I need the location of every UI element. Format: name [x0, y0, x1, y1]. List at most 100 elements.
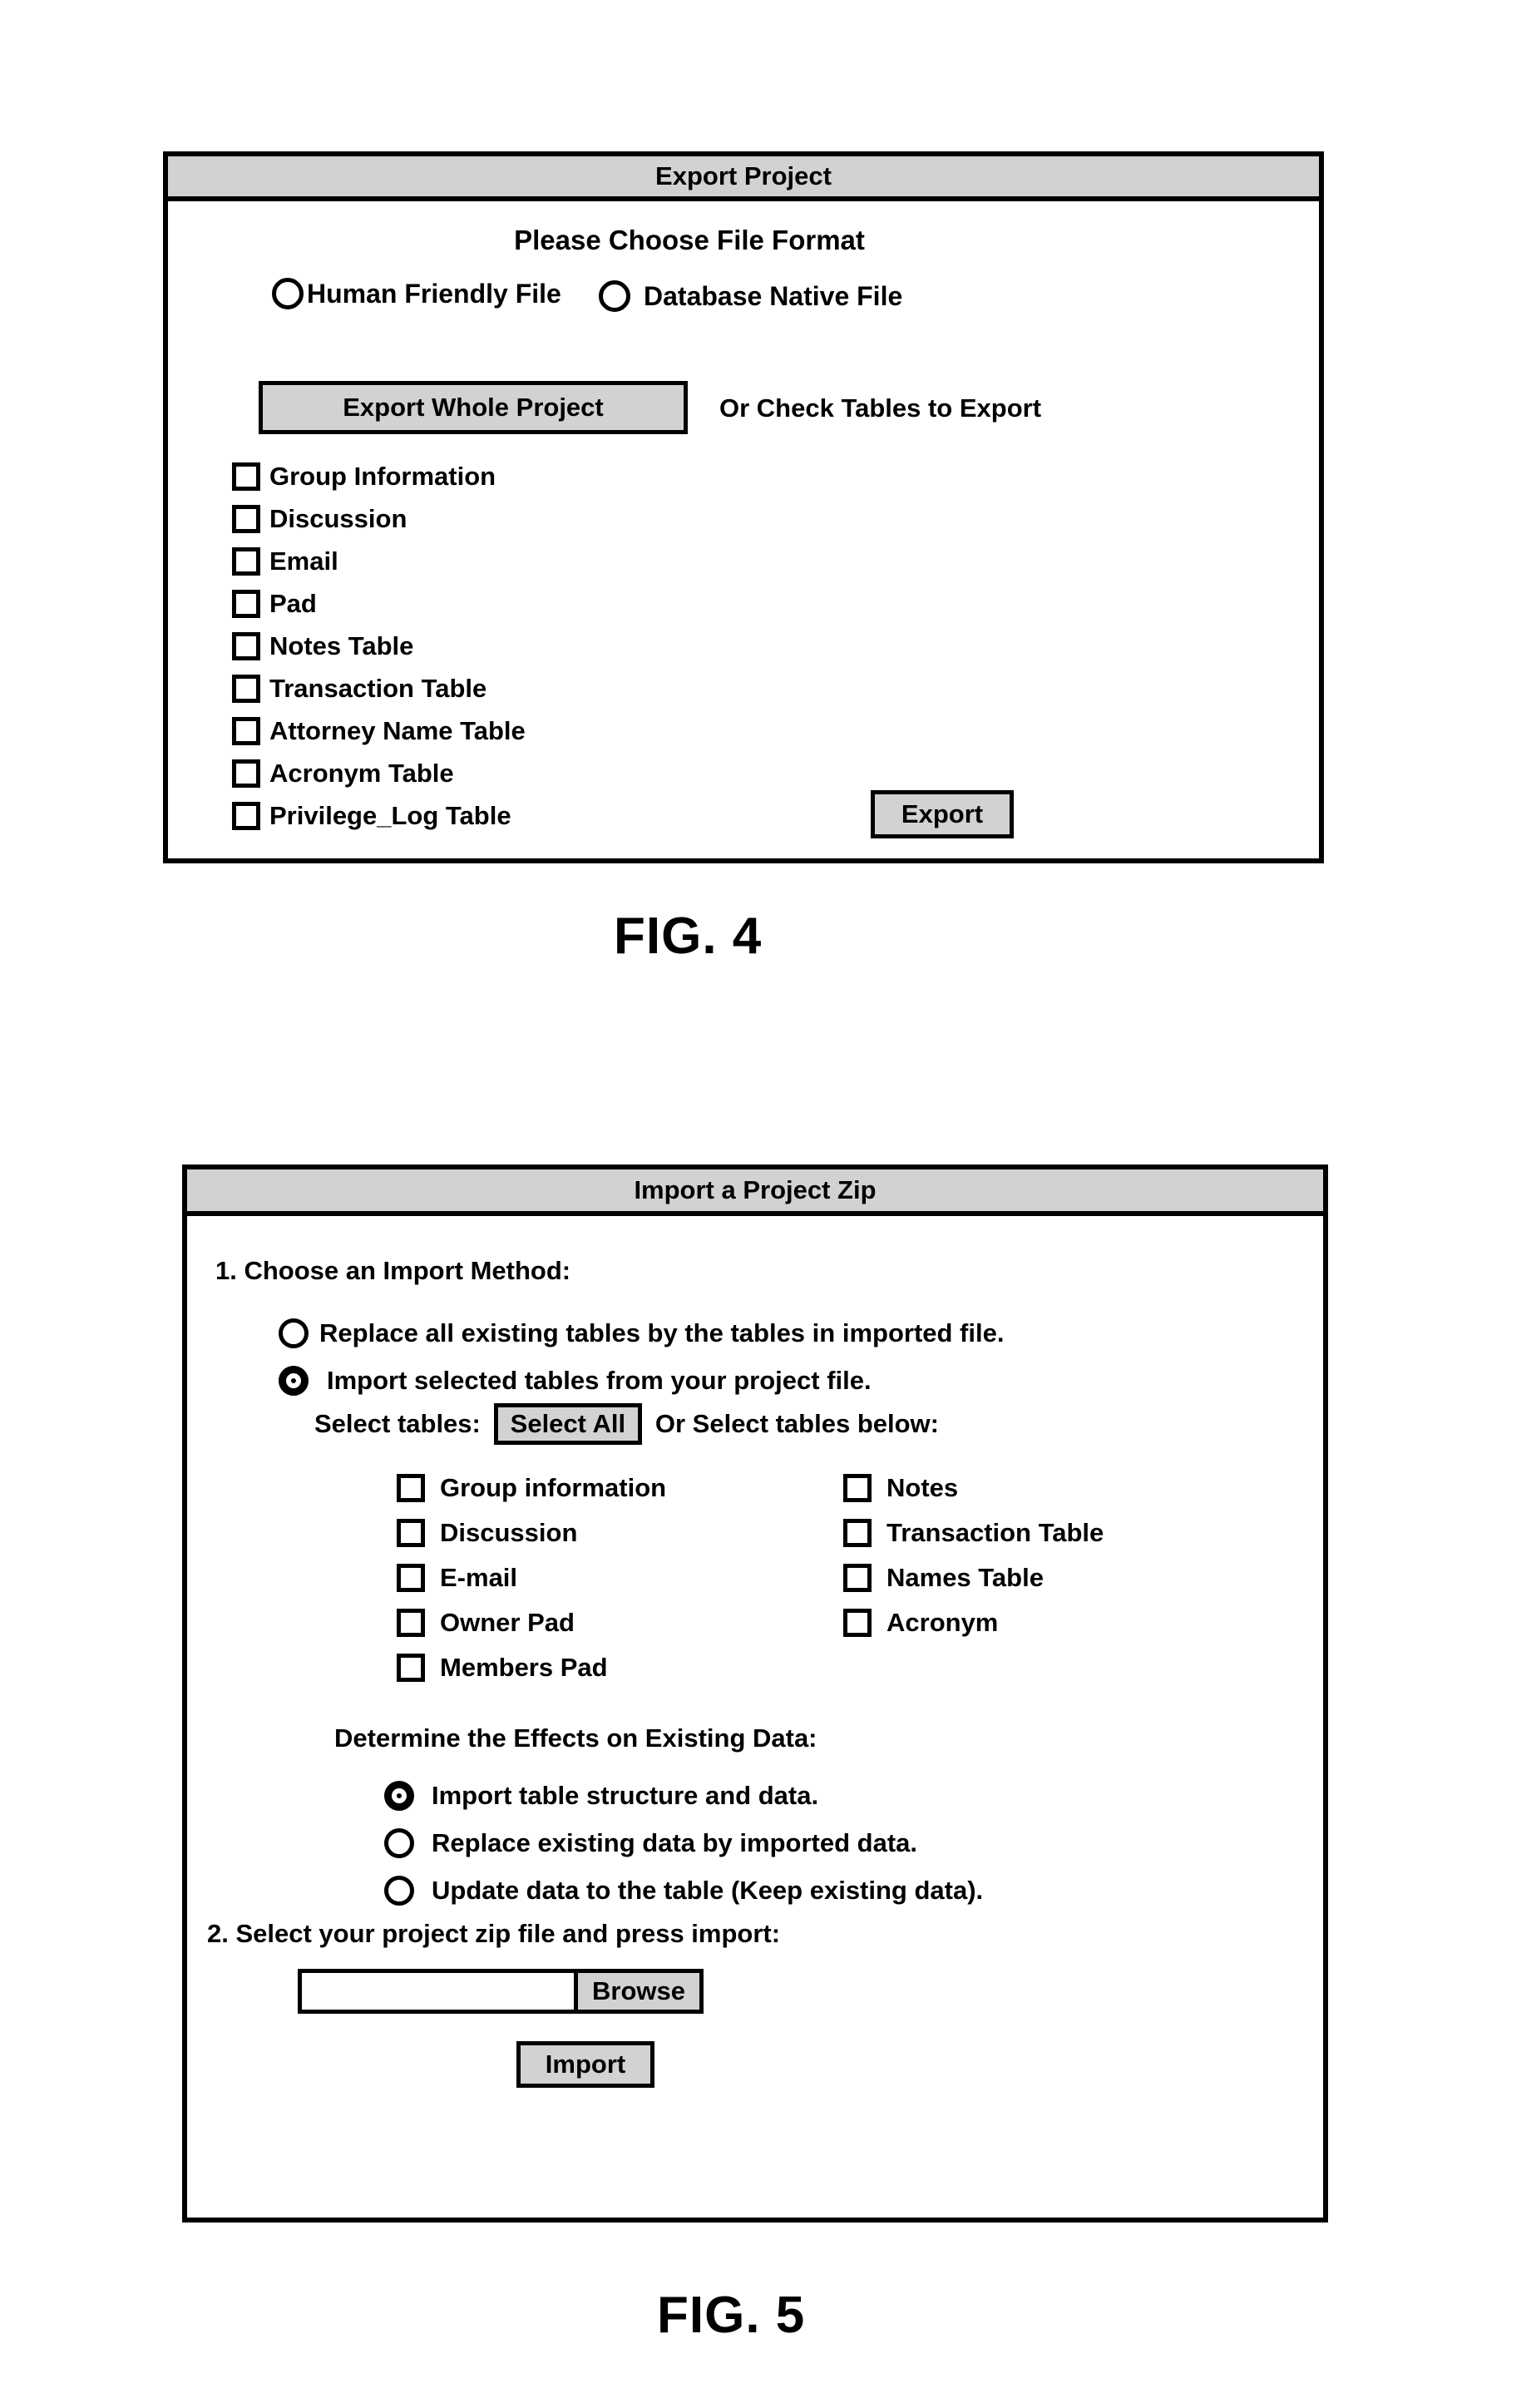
or-check-tables-label: Or Check Tables to Export — [719, 393, 1042, 423]
checkbox-row-notes[interactable]: Notes — [843, 1466, 1104, 1511]
checkbox-icon[interactable] — [843, 1474, 872, 1502]
radio-label: Replace all existing tables by the table… — [319, 1318, 1005, 1347]
checkbox-label: Privilege_Log Table — [269, 800, 511, 830]
checkbox-row-attorney-name-table[interactable]: Attorney Name Table — [232, 710, 526, 752]
checkbox-row-owner-pad[interactable]: Owner Pad — [397, 1600, 666, 1645]
export-project-dialog: Export Project Please Choose File Format… — [163, 151, 1324, 863]
radio-label: Database Native File — [644, 280, 903, 311]
checkbox-row-discussion[interactable]: Discussion — [232, 497, 526, 540]
checkbox-icon[interactable] — [843, 1519, 872, 1547]
effects-section-title: Determine the Effects on Existing Data: — [334, 1723, 817, 1753]
export-button[interactable]: Export — [871, 790, 1014, 838]
checkbox-label: Names Table — [886, 1563, 1044, 1592]
checkbox-icon[interactable] — [397, 1519, 425, 1547]
checkbox-row-email[interactable]: Email — [232, 540, 526, 582]
checkbox-icon[interactable] — [232, 462, 260, 491]
checkbox-row-group-information[interactable]: Group information — [397, 1466, 666, 1511]
export-project-titlebar: Export Project — [168, 156, 1319, 201]
import-method-radio-group: Replace all existing tables by the table… — [279, 1309, 1004, 1404]
export-whole-project-button[interactable]: Export Whole Project — [259, 381, 688, 434]
or-select-below-label: Or Select tables below: — [654, 1409, 939, 1438]
checkbox-label: Discussion — [440, 1518, 578, 1547]
import-project-zip-dialog: Import a Project Zip 1. Choose an Import… — [182, 1164, 1328, 2223]
checkbox-icon[interactable] — [232, 716, 260, 745]
checkbox-label: Notes — [886, 1473, 959, 1502]
radio-circle-icon[interactable] — [384, 1827, 414, 1858]
radio-circle-icon[interactable] — [384, 1875, 414, 1906]
radio-update-data-keep-existing[interactable]: Update data to the table (Keep existing … — [384, 1867, 983, 1914]
checkbox-row-names-table[interactable]: Names Table — [843, 1555, 1104, 1600]
radio-import-table-structure-and-data[interactable]: Import table structure and data. — [384, 1772, 983, 1819]
import-tables-column-right: Notes Transaction Table Names Table Acro… — [843, 1466, 1104, 1645]
checkbox-icon[interactable] — [232, 631, 260, 660]
radio-import-selected-tables[interactable]: Import selected tables from your project… — [279, 1357, 1004, 1404]
checkbox-label: Pad — [269, 588, 317, 618]
step-1-label: 1. Choose an Import Method: — [215, 1256, 571, 1285]
checkbox-label: Transaction Table — [886, 1518, 1104, 1547]
file-picker-row: Browse — [298, 1969, 704, 2014]
checkbox-icon[interactable] — [232, 674, 260, 703]
radio-label: Update data to the table (Keep existing … — [432, 1875, 984, 1905]
radio-label: Replace existing data by imported data. — [432, 1827, 917, 1857]
import-button[interactable]: Import — [516, 2041, 654, 2088]
patent-figure-sheet: { "sheet": { "figures": [ { "caption": "… — [0, 0, 1531, 2408]
checkbox-icon[interactable] — [397, 1609, 425, 1637]
radio-circle-icon[interactable] — [272, 278, 304, 309]
checkbox-row-acronym[interactable]: Acronym — [843, 1600, 1104, 1645]
checkbox-row-notes-table[interactable]: Notes Table — [232, 625, 526, 667]
checkbox-row-acronym-table[interactable]: Acronym Table — [232, 752, 526, 794]
checkbox-icon[interactable] — [232, 504, 260, 533]
checkbox-row-privilege-log-table[interactable]: Privilege_Log Table — [232, 794, 526, 837]
checkbox-row-group-information[interactable]: Group Information — [232, 455, 526, 497]
file-path-input[interactable] — [302, 1973, 574, 2010]
checkbox-icon[interactable] — [232, 759, 260, 788]
select-tables-row: Select tables: Select All Or Select tabl… — [314, 1403, 939, 1445]
radio-circle-selected-icon[interactable] — [279, 1365, 309, 1396]
checkbox-row-pad[interactable]: Pad — [232, 582, 526, 625]
radio-circle-icon[interactable] — [599, 280, 630, 312]
radio-replace-all-existing-tables[interactable]: Replace all existing tables by the table… — [279, 1309, 1004, 1357]
radio-circle-icon[interactable] — [279, 1318, 309, 1348]
checkbox-row-email[interactable]: E-mail — [397, 1555, 666, 1600]
checkbox-label: Members Pad — [440, 1653, 608, 1682]
checkbox-row-transaction-table[interactable]: Transaction Table — [232, 667, 526, 710]
effects-radio-group: Import table structure and data. Replace… — [384, 1772, 983, 1914]
checkbox-icon[interactable] — [397, 1654, 425, 1682]
export-tables-checkbox-list: Group Information Discussion Email Pad N… — [232, 455, 526, 837]
figure-5-caption: FIG. 5 — [657, 2287, 806, 2344]
select-all-button[interactable]: Select All — [493, 1403, 642, 1445]
browse-button[interactable]: Browse — [574, 1973, 699, 2010]
checkbox-label: Email — [269, 546, 338, 576]
import-tables-column-left: Group information Discussion E-mail Owne… — [397, 1466, 666, 1690]
checkbox-row-members-pad[interactable]: Members Pad — [397, 1645, 666, 1690]
checkbox-icon[interactable] — [397, 1474, 425, 1502]
checkbox-row-discussion[interactable]: Discussion — [397, 1511, 666, 1555]
checkbox-icon[interactable] — [843, 1564, 872, 1592]
radio-replace-existing-data[interactable]: Replace existing data by imported data. — [384, 1819, 983, 1867]
radio-circle-selected-icon[interactable] — [384, 1780, 414, 1811]
checkbox-label: Group Information — [269, 461, 496, 491]
checkbox-label: Discussion — [269, 503, 407, 533]
checkbox-label: Acronym Table — [269, 758, 454, 788]
radio-human-friendly-file[interactable]: Human Friendly File — [272, 278, 561, 309]
checkbox-icon[interactable] — [232, 589, 260, 618]
checkbox-icon[interactable] — [232, 546, 260, 576]
checkbox-row-transaction-table[interactable]: Transaction Table — [843, 1511, 1104, 1555]
step-2-label: 2. Select your project zip file and pres… — [207, 1919, 781, 1948]
checkbox-icon[interactable] — [397, 1564, 425, 1592]
checkbox-label: Acronym — [886, 1608, 999, 1637]
select-tables-label: Select tables: — [314, 1409, 481, 1438]
export-project-title: Export Project — [655, 161, 832, 190]
radio-database-native-file[interactable]: Database Native File — [599, 280, 902, 312]
checkbox-icon[interactable] — [232, 801, 260, 830]
checkbox-label: Group information — [440, 1473, 667, 1502]
file-format-heading: Please Choose File Format — [514, 225, 865, 255]
checkbox-label: E-mail — [440, 1563, 518, 1592]
checkbox-icon[interactable] — [843, 1609, 872, 1637]
import-project-titlebar: Import a Project Zip — [187, 1169, 1323, 1216]
radio-label: Human Friendly File — [307, 278, 561, 309]
figure-4-caption: FIG. 4 — [614, 907, 763, 965]
export-project-body: Please Choose File Format Human Friendly… — [168, 201, 1319, 858]
checkbox-label: Attorney Name Table — [269, 715, 526, 745]
radio-label: Import selected tables from your project… — [327, 1365, 872, 1395]
